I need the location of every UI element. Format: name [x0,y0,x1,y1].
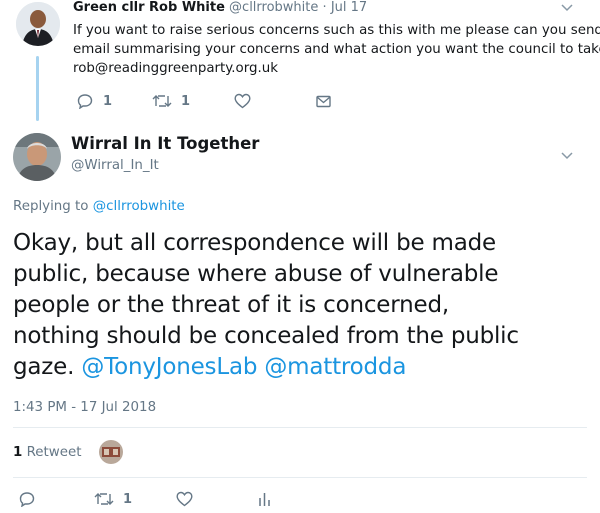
parent-tweet: Green cllr Rob White @cllrrobwhite · Jul… [0,0,600,121]
author-name[interactable]: Wirral In It Together [71,134,259,153]
tweet-text-line: gaze. @TonyJonesLab @mattrodda [13,352,519,383]
tweet-text-line: nothing should be concealed from the pub… [13,323,519,349]
like-icon[interactable] [176,491,193,507]
retweet-stat-label: Retweet [26,445,82,460]
author-handle[interactable]: @cllrrobwhite [229,0,318,15]
chevron-down-icon[interactable] [561,152,573,160]
retweet-icon[interactable] [152,93,172,109]
divider [13,477,587,478]
tweet-text-line: If you want to raise serious concerns su… [73,23,600,38]
analytics-icon[interactable] [258,492,271,507]
retweet-count: 1 [181,94,191,109]
tweet-text-line: email summarising your concerns and what… [73,42,600,57]
avatar[interactable] [13,133,61,181]
replying-to-label: Replying to [13,199,89,214]
tweet-text-fragment: gaze. [13,354,75,380]
tweet-text: If you want to raise serious concerns su… [73,21,600,78]
reply-count: 1 [103,94,113,109]
mention-link[interactable]: @mattrodda [264,354,406,380]
retweeter-avatar[interactable] [99,440,123,464]
author-handle[interactable]: @Wirral_In_It [71,158,159,173]
retweet-count: 1 [123,492,133,507]
retweet-stat-count: 1 [13,445,23,460]
replying-to-handle[interactable]: @cllrrobwhite [93,199,185,214]
like-icon[interactable] [234,93,251,109]
tweet-text-line: Okay, but all correspondence will be mad… [13,230,496,256]
avatar[interactable] [16,2,60,46]
mention-link[interactable]: @TonyJonesLab [81,354,257,380]
tweet-text-line: public, because where abuse of vulnerabl… [13,261,499,287]
replying-to: Replying to @cllrrobwhite [13,199,185,214]
tweet-timestamp[interactable]: 1:43 PM - 17 Jul 2018 [13,400,156,415]
thread-line [36,56,39,121]
tweet-date[interactable]: Jul 17 [331,0,367,15]
retweet-icon[interactable] [94,491,114,507]
author-name[interactable]: Green cllr Rob White [73,0,225,15]
direct-message-icon[interactable] [316,95,331,108]
reply-icon[interactable] [19,491,35,507]
tweet-text-line: people or the threat of it is concerned, [13,292,449,318]
tweet-text-line: rob@readinggreenparty.org.uk [73,61,279,76]
reply-icon[interactable] [77,93,93,109]
retweet-stats[interactable]: 1 Retweet [13,445,81,460]
chevron-down-icon[interactable] [561,4,573,12]
separator: · [322,0,327,15]
divider [13,427,587,428]
tweet-text: Okay, but all correspondence will be mad… [13,228,519,383]
main-tweet: Wirral In It Together @Wirral_In_It Repl… [0,120,600,513]
